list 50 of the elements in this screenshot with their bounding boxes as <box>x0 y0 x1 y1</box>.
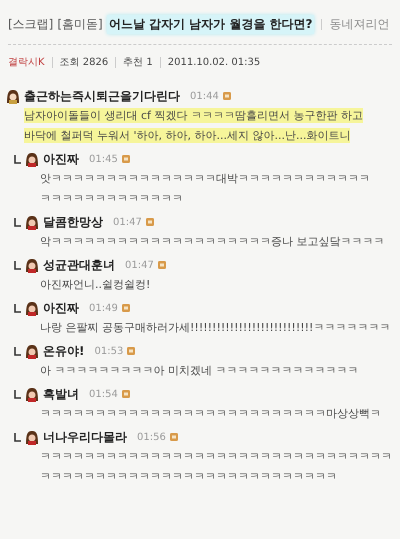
badge-icon <box>222 92 231 100</box>
comment-time: 01:44 <box>190 90 219 102</box>
commenter-name[interactable]: 출근하는즉시퇴근을기다린다 <box>24 88 180 104</box>
avatar-icon <box>25 214 39 230</box>
avatar-icon <box>25 258 39 272</box>
post-date: 2011.10.02. 01:35 <box>168 56 260 68</box>
comment-text: 나랑 은팔찌 공동구매하러가세!!!!!!!!!!!!!!!!!!!!!!!!!!!!ㅋㅋㅋㅋㅋㅋㅋ <box>40 320 390 334</box>
comment-text: 악ㅋㅋㅋㅋㅋㅋㅋㅋㅋㅋㅋㅋㅋㅋㅋㅋㅋㅋㅋㅋ증나 보고싶닼ㅋㅋㅋㅋ <box>40 234 384 248</box>
avatar-icon <box>25 152 39 166</box>
comment-time: 01:54 <box>89 388 118 400</box>
badge-icon <box>122 304 130 312</box>
avatar-icon <box>25 386 39 402</box>
comment-text: ㅋㅋㅋㅋㅋㅋㅋㅋㅋㅋㅋㅋㅋㅋㅋㅋㅋㅋㅋㅋㅋㅋㅋㅋㅋㅋ마상상뻑ㅋ <box>40 406 381 420</box>
avatar-icon <box>25 430 39 444</box>
comment-time: 01:47 <box>125 260 154 270</box>
comment-text: 앗ㅋㅋㅋㅋㅋㅋㅋㅋㅋㅋㅋㅋㅋㅋㅋ대박ㅋㅋㅋㅋㅋㅋㅋㅋㅋㅋㅋㅋ <box>40 170 370 186</box>
view-count: 조회 2826 <box>60 56 108 69</box>
commenter-name[interactable]: 너나우리다몰라 <box>43 428 127 446</box>
comment-text: ㅋㅋㅋㅋㅋㅋㅋㅋㅋㅋㅋㅋㅋㅋㅋㅋㅋㅋㅋㅋㅋㅋㅋㅋㅋㅋㅋㅋㅋㅋㅋㅋ <box>40 448 392 464</box>
avatar-icon <box>6 88 20 104</box>
avatar-icon <box>25 344 39 358</box>
comment-text: 아진짜언니..쉴컹쉴컹! <box>40 276 150 292</box>
avatar-icon <box>25 300 39 316</box>
comment-text: ㅋㅋㅋㅋㅋㅋㅋㅋㅋㅋㅋㅋㅋ <box>40 190 183 206</box>
category-tag: [홈미돋] <box>57 16 103 32</box>
commenter-name[interactable]: 흑발녀 <box>43 386 79 402</box>
badge-icon <box>122 155 130 163</box>
commenter-name[interactable]: 성균관대훈녀 <box>43 256 115 274</box>
like-count: 추천 1 <box>123 56 153 69</box>
comment-text: 남자아이돌들이 생리대 cf 찍겠다 ㅋㅋㅋㅋ땀흘리면서 농구한판 하고 <box>24 108 363 122</box>
comment-time: 01:56 <box>137 432 166 442</box>
comment-time: 01:47 <box>113 216 142 228</box>
badge-icon <box>170 433 178 441</box>
category-tag: [스크랩] <box>8 16 54 32</box>
badge-icon <box>146 218 154 226</box>
comment-time: 01:49 <box>89 302 118 314</box>
comment-text: 바닥에 철퍼덕 누워서 '하아, 하아, 하아...세지 않아...난...화이트니 <box>24 128 350 142</box>
author-name[interactable]: 결락시K <box>8 55 45 69</box>
badge-icon <box>122 390 130 398</box>
post-title: 어느날 갑자기 남자가 월경을 한다면? <box>106 14 314 34</box>
commenter-name[interactable]: 아진짜 <box>43 300 79 316</box>
commenter-name[interactable]: 온유야! <box>43 342 84 360</box>
commenter-name[interactable]: 달콤한망상 <box>43 214 103 230</box>
comment-time: 01:53 <box>94 346 124 356</box>
comment-text: ㅋㅋㅋㅋㅋㅋㅋㅋㅋㅋㅋㅋㅋㅋㅋㅋㅋㅋㅋㅋㅋㅋㅋㅋㅋㅋㅋ <box>40 468 337 484</box>
badge-icon <box>158 261 166 269</box>
comment-text: 아 ㅋㅋㅋㅋㅋㅋㅋㅋㅋ아 미치겠네 ㅋㅋㅋㅋㅋㅋㅋㅋㅋㅋㅋㅋㅋ <box>40 362 358 378</box>
badge-icon <box>127 347 136 355</box>
commenter-name[interactable]: 아진짜 <box>43 150 79 168</box>
comment-time: 01:45 <box>89 154 118 164</box>
